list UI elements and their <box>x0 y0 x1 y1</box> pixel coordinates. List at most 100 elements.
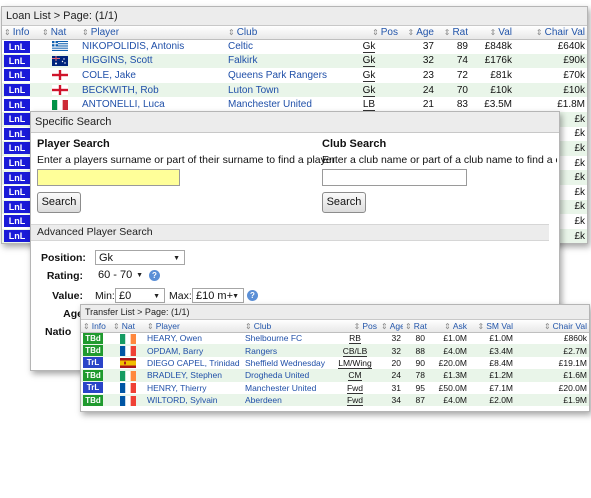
rating-select-value: 60 - 70 <box>98 269 133 281</box>
rating-label: Rating: <box>46 270 83 282</box>
min-value-select[interactable]: £0 ▼ <box>115 288 165 303</box>
loan-status-badge: LnL <box>4 113 30 126</box>
club-link[interactable]: Rangers <box>243 344 331 357</box>
table-row[interactable]: LnL COLE, Jake Queens Park Rangers Gk 23 72 £8… <box>2 68 587 83</box>
flag-icon <box>120 370 136 381</box>
sort-arrows-icon: ⇕ <box>113 321 120 331</box>
table-row[interactable]: LnL HIGGINS, Scott Falkirk Gk 32 74 £176k £90k <box>2 53 587 69</box>
player-link[interactable]: HEARY, Owen <box>145 332 243 345</box>
chair-value-cell: £90k <box>514 53 587 69</box>
player-search-button[interactable]: Search <box>37 192 81 213</box>
info-badge-cell: LnL <box>2 53 40 69</box>
club-search-button[interactable]: Search <box>322 192 366 213</box>
transfer-header-sm-val[interactable]: ⇕ SM Val <box>469 320 515 333</box>
table-row[interactable]: TBd BRADLEY, Stephen Drogheda United CM 24 78… <box>81 369 589 382</box>
club-link[interactable]: Aberdeen <box>243 393 331 407</box>
loan-header-info[interactable]: ⇕ Info <box>2 26 40 40</box>
transfer-header-rat[interactable]: ⇕ Rat <box>403 320 427 333</box>
table-row[interactable]: TBd WILTORD, Sylvain Aberdeen Fwd 34 87 £4.0M £… <box>81 393 589 407</box>
rating-cell: 70 <box>436 82 470 98</box>
info-badge-cell: TrL <box>81 356 111 370</box>
player-link[interactable]: BECKWITH, Rob <box>80 82 226 98</box>
transfer-header-player[interactable]: ⇕ Player <box>145 320 243 333</box>
ask-cell: £1.3M <box>427 369 469 382</box>
sort-arrows-icon: ⇕ <box>245 321 252 331</box>
flag-icon <box>120 395 136 406</box>
age-cell: 32 <box>400 53 436 69</box>
chair-value-cell: £640k <box>514 39 587 54</box>
player-link[interactable]: HENRY, Thierry <box>145 381 243 394</box>
rating-select[interactable]: 60 - 70 ▼ <box>95 268 147 283</box>
sort-arrows-icon: ⇕ <box>381 321 388 331</box>
transfer-header-chair-val[interactable]: ⇕ Chair Val <box>515 320 589 333</box>
sort-arrows-icon: ⇕ <box>83 321 90 331</box>
transfer-header-age[interactable]: ⇕Age <box>379 320 403 333</box>
player-link[interactable]: WILTORD, Sylvain <box>145 393 243 407</box>
info-badge-cell: TBd <box>81 393 111 407</box>
club-link[interactable]: Luton Town <box>226 82 338 98</box>
player-link[interactable]: DIEGO CAPEL, Trinidad <box>145 356 243 370</box>
loan-header-age[interactable]: ⇕ Age <box>400 26 436 40</box>
loan-header-val[interactable]: ⇕ Val <box>470 26 514 40</box>
loan-header-nat[interactable]: ⇕ Nat <box>40 26 80 40</box>
table-row[interactable]: LnL NIKOPOLIDIS, Antonis Celtic Gk 37 89 £848k… <box>2 39 587 54</box>
transfer-header-info[interactable]: ⇕ Info <box>81 320 111 333</box>
player-link[interactable]: NIKOPOLIDIS, Antonis <box>80 39 226 54</box>
transfer-header-ask[interactable]: ⇕ Ask <box>427 320 469 333</box>
table-row[interactable]: LnL BECKWITH, Rob Luton Town Gk 24 70 £10k £10k <box>2 82 587 98</box>
loan-header-club[interactable]: ⇕ Club <box>226 26 338 40</box>
club-link[interactable]: Celtic <box>226 39 338 54</box>
position-cell: Gk <box>338 53 400 69</box>
rating-help-icon[interactable]: ? <box>149 270 160 281</box>
club-link[interactable]: Queens Park Rangers <box>226 68 338 83</box>
transfer-header-club[interactable]: ⇕ Club <box>243 320 331 333</box>
position-cell: CM <box>331 369 379 382</box>
position-select[interactable]: Gk ▼ <box>95 250 185 265</box>
player-search-input[interactable] <box>37 169 180 186</box>
loan-header-chair-val[interactable]: ⇕ Chair Val <box>514 26 587 40</box>
loan-column-label: Rat <box>452 26 468 38</box>
loan-header-player[interactable]: ⇕ Player <box>80 26 226 40</box>
table-row[interactable]: TBd OPDAM, Barry Rangers CB/LB 32 88 £4.0M £3.4… <box>81 344 589 357</box>
loan-status-badge: LnL <box>4 40 30 53</box>
club-search-input[interactable] <box>322 169 467 186</box>
club-link[interactable]: Sheffield Wednesday <box>243 356 331 370</box>
table-row[interactable]: TrL DIEGO CAPEL, Trinidad Sheffield Wednes… <box>81 356 589 370</box>
player-link[interactable]: ANTONELLI, Luca <box>80 97 226 112</box>
position-cell: Gk <box>338 82 400 98</box>
table-row[interactable]: LnL ANTONELLI, Luca Manchester United LB 21 8… <box>2 97 587 112</box>
player-link[interactable]: BRADLEY, Stephen <box>145 369 243 382</box>
club-link[interactable]: Manchester United <box>243 381 331 394</box>
club-link[interactable]: Drogheda United <box>243 369 331 382</box>
club-link[interactable]: Falkirk <box>226 53 338 69</box>
club-link[interactable]: Manchester United <box>226 97 338 112</box>
player-link[interactable]: COLE, Jake <box>80 68 226 83</box>
player-link[interactable]: HIGGINS, Scott <box>80 53 226 69</box>
sort-arrows-icon: ⇕ <box>228 27 235 37</box>
rating-cell: 87 <box>403 393 427 407</box>
table-row[interactable]: TrL HENRY, Thierry Manchester United Fwd 31 9… <box>81 381 589 394</box>
age-cell: 23 <box>400 68 436 83</box>
sm-value-cell: £1.0M <box>469 332 515 345</box>
sort-arrows-icon: ⇕ <box>535 27 543 37</box>
loan-status-badge: LnL <box>4 157 30 170</box>
value-cell: £3.5M <box>470 97 514 112</box>
sm-value-cell: £1.2M <box>469 369 515 382</box>
ask-cell: £1.0M <box>427 332 469 345</box>
flag-icon <box>120 333 136 344</box>
age-cell: 34 <box>379 393 403 407</box>
value-help-icon[interactable]: ? <box>247 290 258 301</box>
transfer-header-pos[interactable]: ⇕ Pos <box>331 320 379 333</box>
loan-header-rat[interactable]: ⇕ Rat <box>436 26 470 40</box>
table-row[interactable]: TBd HEARY, Owen Shelbourne FC RB 32 80 £1.0M £1… <box>81 332 589 345</box>
club-link[interactable]: Shelbourne FC <box>243 332 331 345</box>
player-link[interactable]: OPDAM, Barry <box>145 344 243 357</box>
loan-header-pos[interactable]: ⇕ Pos <box>338 26 400 40</box>
sm-value-cell: £2.0M <box>469 393 515 407</box>
max-value-select[interactable]: £10 m+ ▼ <box>192 288 244 303</box>
age-cell: 24 <box>400 82 436 98</box>
position-cell: Fwd <box>331 381 379 394</box>
flag-icon <box>52 41 68 52</box>
transfer-header-nat[interactable]: ⇕ Nat <box>111 320 145 333</box>
sort-arrows-icon: ⇕ <box>489 27 497 37</box>
